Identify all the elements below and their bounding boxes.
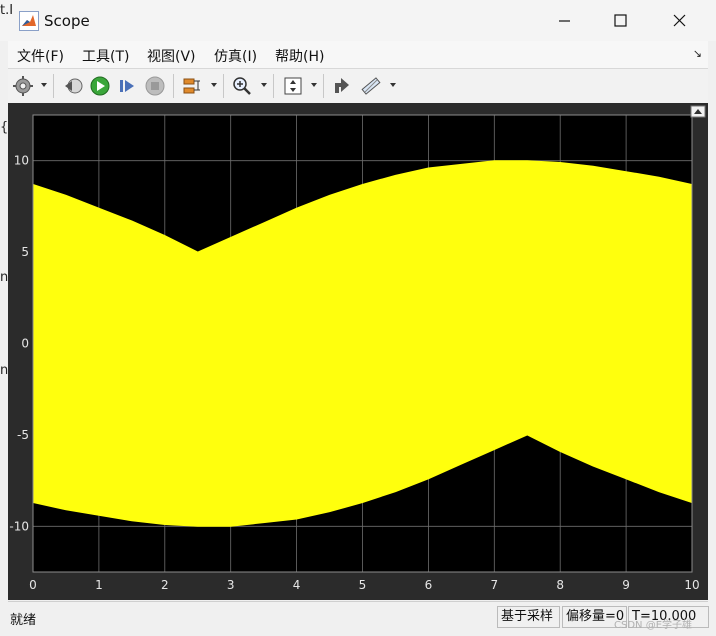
- menu-simulation[interactable]: 仿真(I): [214, 46, 257, 66]
- minimize-icon: [559, 20, 570, 22]
- scope-plot[interactable]: 0 1 2 3 4 5 6 7 8 9 10 10 5 0 -5 -10: [8, 103, 708, 600]
- restore-icon[interactable]: [331, 75, 353, 97]
- maximize-icon: [614, 14, 627, 27]
- highlight-dropdown-arrow-icon[interactable]: [211, 83, 217, 87]
- autoscale-icon[interactable]: [282, 75, 304, 97]
- menu-view[interactable]: 视图(V): [147, 46, 196, 66]
- y-tick-label: 10: [14, 154, 29, 168]
- maximize-button[interactable]: [597, 0, 643, 41]
- minimize-button[interactable]: [542, 0, 588, 41]
- x-tick-label: 1: [95, 578, 103, 592]
- toolbar-separator: [323, 74, 324, 98]
- stop-icon[interactable]: [144, 75, 166, 97]
- step-back-icon[interactable]: [62, 75, 84, 97]
- x-tick-label: 4: [293, 578, 301, 592]
- x-tick-label: 7: [490, 578, 498, 592]
- close-button[interactable]: [656, 0, 702, 41]
- x-tick-label: 6: [425, 578, 433, 592]
- gear-icon[interactable]: [12, 75, 34, 97]
- menu-help[interactable]: 帮助(H): [275, 46, 324, 66]
- matlab-logo-icon: [19, 11, 39, 31]
- toolbar-separator: [223, 74, 224, 98]
- x-tick-label: 5: [359, 578, 367, 592]
- run-icon[interactable]: [89, 75, 111, 97]
- y-tick-label: -10: [9, 519, 29, 533]
- undock-button[interactable]: [690, 105, 706, 118]
- menu-tools[interactable]: 工具(T): [82, 46, 129, 66]
- y-tick-label: 5: [21, 245, 29, 259]
- zoom-in-icon[interactable]: [231, 75, 253, 97]
- status-bar: 就绪 基于采样 偏移量=0 T=10.000: [8, 601, 709, 632]
- scope-display[interactable]: 0 1 2 3 4 5 6 7 8 9 10 10 5 0 -5 -10: [8, 103, 708, 600]
- autoscale-dropdown-arrow-icon[interactable]: [311, 83, 317, 87]
- close-icon: [673, 14, 686, 27]
- y-tick-label: -5: [17, 428, 29, 442]
- window-title: Scope: [44, 12, 90, 30]
- title-bar[interactable]: Scope: [0, 0, 716, 41]
- menu-bar: 文件(F) 工具(T) 视图(V) 仿真(I) 帮助(H) ↘: [8, 41, 708, 68]
- x-tick-label: 9: [622, 578, 630, 592]
- watermark: CSDN @E学子雄: [614, 620, 693, 631]
- measure-icon[interactable]: [360, 75, 382, 97]
- x-tick-label: 0: [29, 578, 37, 592]
- undock-arrow-icon[interactable]: ↘: [693, 47, 702, 60]
- y-tick-label: 0: [21, 337, 29, 351]
- step-forward-icon[interactable]: [116, 75, 138, 97]
- scope-window: Scope t.I {( n n 文件(F) 工具(T) 视图(V) 仿真(I)…: [0, 0, 716, 636]
- measure-dropdown-arrow-icon[interactable]: [390, 83, 396, 87]
- toolbar-separator: [173, 74, 174, 98]
- menu-file[interactable]: 文件(F): [17, 46, 64, 66]
- x-tick-label: 10: [684, 578, 699, 592]
- sample-based-indicator: 基于采样: [497, 606, 560, 628]
- status-text: 就绪: [10, 613, 37, 628]
- settings-dropdown-arrow-icon[interactable]: [41, 83, 47, 87]
- toolbar-separator: [273, 74, 274, 98]
- x-tick-label: 8: [556, 578, 564, 592]
- background-fragment-text: n: [0, 363, 9, 378]
- toolbar-separator: [53, 74, 54, 98]
- background-fragment-text: t.I: [0, 3, 14, 18]
- x-tick-label: 3: [227, 578, 235, 592]
- x-tick-label: 2: [161, 578, 169, 592]
- highlight-icon[interactable]: [181, 75, 203, 97]
- zoom-dropdown-arrow-icon[interactable]: [261, 83, 267, 87]
- toolbar: [8, 68, 708, 104]
- background-fragment-text: n: [0, 270, 9, 285]
